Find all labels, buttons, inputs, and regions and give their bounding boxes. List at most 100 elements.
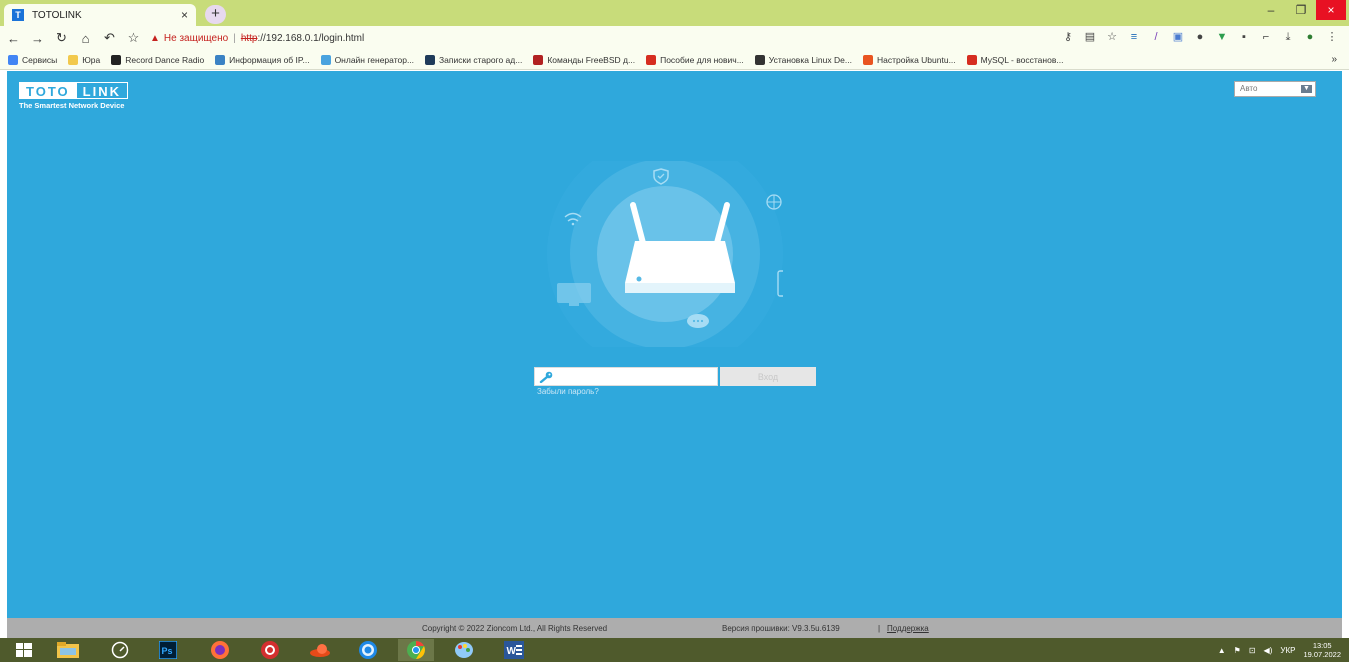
close-window-button[interactable]: × [1316,0,1346,20]
minimize-window-button[interactable]: – [1256,0,1286,20]
shield-extension-icon[interactable]: ▼ [1215,30,1229,44]
bookmark-item[interactable]: MySQL - восстанов... [966,54,1064,65]
address-bar[interactable]: ▲ Не защищено | http ://192.168.0.1/logi… [150,33,364,44]
bookmark-item[interactable]: Юра [68,54,101,65]
clock[interactable]: 13:05 19.07.2022 [1303,641,1341,659]
star-icon[interactable]: ☆ [1105,30,1119,44]
totolink-favicon-icon: T [12,9,24,21]
svg-text:Ps: Ps [162,646,173,656]
bookmark-label: Записки старого ад... [439,54,523,65]
reader-icon[interactable]: ▣ [1171,30,1185,44]
menu-dots-icon[interactable]: ⋮ [1325,30,1339,44]
bookmark-favicon-icon [754,54,765,65]
language-value: Авто [1240,84,1258,93]
network-icon[interactable]: ⊡ [1249,646,1256,655]
crop-icon[interactable]: ⌐ [1259,30,1273,44]
logo-toto: TOTO [19,82,77,99]
bookmark-item[interactable]: Онлайн генератор... [320,54,415,65]
key-icon [539,371,553,383]
more-bookmarks-icon[interactable]: » [1331,54,1337,65]
red-browser-icon[interactable] [252,639,288,661]
input-language[interactable]: УКР [1280,646,1295,655]
password-field[interactable] [534,367,718,386]
copyright-text: Copyright © 2022 Zioncom Ltd., All Right… [422,624,608,633]
bookmark-label: Record Dance Radio [125,54,205,65]
file-explorer-icon[interactable] [50,639,86,661]
bookmark-label: Информация об IP... [229,54,310,65]
speedometer-icon[interactable] [102,639,138,661]
bookmark-favicon-icon [8,54,18,65]
bookmark-label: Юра [82,54,101,65]
bookmark-item[interactable]: Информация об IP... [215,54,310,65]
bookmark-favicon-icon [215,54,226,65]
bookmark-item[interactable]: Команды FreeBSD д... [533,54,635,65]
bookmark-favicon-icon [862,54,873,65]
bookmark-item[interactable]: Сервисы [8,54,58,65]
new-tab-button[interactable]: + [205,5,226,24]
logo-tagline: The Smartest Network Device [19,101,125,110]
key-icon[interactable]: ⚷ [1061,30,1075,44]
bookmarks-bar: Сервисы Юра Record Dance Radio Информация о… [0,50,1349,70]
totolink-logo: TOTO LINK The Smartest Network Device [19,82,128,110]
blue-app-icon[interactable] [350,639,386,661]
bookmark-item[interactable]: Записки старого ад... [425,54,523,65]
bookmark-favicon-icon [111,54,122,65]
bookmark-favicon-icon [68,54,79,65]
navigation-bar: ← → ↻ ⌂ ↶ ☆ ▲ Не защищено | http ://192.… [0,26,1349,50]
router-login-page: TOTO LINK The Smartest Network Device Ав… [7,71,1342,618]
firmware-version: Версия прошивки: V9.3.5u.6139 [722,624,840,633]
close-tab-icon[interactable]: × [181,8,188,22]
chrome-icon[interactable] [398,639,434,661]
forgot-password-link[interactable]: Забыли пароль? [537,387,599,396]
maximize-window-button[interactable]: ❐ [1286,0,1316,20]
snail-app-icon[interactable] [302,639,338,661]
support-link[interactable]: Поддержка [887,624,929,633]
back-icon[interactable]: ← [3,31,24,46]
browser-tab[interactable]: T TOTOLINK × [4,4,196,26]
bookmark-item[interactable]: Пособие для нович... [646,54,744,65]
bookmark-label: Сервисы [22,54,58,65]
undo-icon[interactable]: ↶ [99,30,120,46]
translate-icon[interactable]: ▤ [1083,30,1097,44]
chat-bubble-icon [687,314,709,328]
circle-extension-icon[interactable]: ● [1193,30,1207,44]
reload-icon[interactable]: ↻ [51,30,72,46]
bookmark-label: MySQL - восстанов... [980,54,1064,65]
bookmark-favicon-icon [966,54,977,65]
language-select[interactable]: Авто ▼ [1234,81,1316,97]
bookmark-favicon-icon [646,54,657,65]
bookmark-favicon-icon [533,54,544,65]
url-scheme: http [240,32,258,44]
home-icon[interactable]: ⌂ [75,31,96,46]
paint-icon[interactable] [446,639,482,661]
tray-expand-icon[interactable]: ▲ [1218,646,1226,655]
bookmark-label: Онлайн генератор... [334,54,415,65]
bookmark-item[interactable]: Record Dance Radio [111,54,205,65]
forward-icon[interactable]: → [27,31,48,46]
photoshop-icon[interactable]: Ps [150,639,186,661]
system-tray: ▲ ⚑ ⊡ ◀) УКР 13:05 19.07.2022 [1218,638,1341,662]
profile-avatar-icon[interactable]: ● [1303,30,1317,44]
footer-separator: | [878,624,881,633]
firefox-icon[interactable] [202,639,238,661]
password-input[interactable] [557,369,715,384]
address-separator: | [233,32,236,44]
pen-icon[interactable]: / [1149,30,1163,44]
globe-icon [766,194,782,210]
download-icon[interactable]: ⤓ [1281,30,1295,44]
flag-icon[interactable]: ⚑ [1234,646,1241,655]
monitor-icon [557,283,591,306]
bookmark-star-icon[interactable]: ☆ [123,30,144,46]
extension-icon[interactable]: ≡ [1127,30,1141,44]
windows-start-icon[interactable] [6,639,42,661]
grid-icon[interactable]: ▪ [1237,30,1251,44]
not-secure-label: Не защищено [163,32,229,44]
login-button[interactable]: Вход [720,367,816,386]
taskbar: Ps W ▲ ⚑ ⊡ ◀) УКР 13:05 19.07.2022 [0,638,1349,662]
volume-icon[interactable]: ◀) [1264,646,1273,655]
router-footer: Copyright © 2022 Zioncom Ltd., All Right… [7,618,1342,638]
word-icon[interactable]: W [496,639,532,661]
bookmark-item[interactable]: Настройка Ubuntu... [862,54,956,65]
svg-text:W: W [507,646,517,657]
bookmark-item[interactable]: Установка Linux De... [754,54,852,65]
